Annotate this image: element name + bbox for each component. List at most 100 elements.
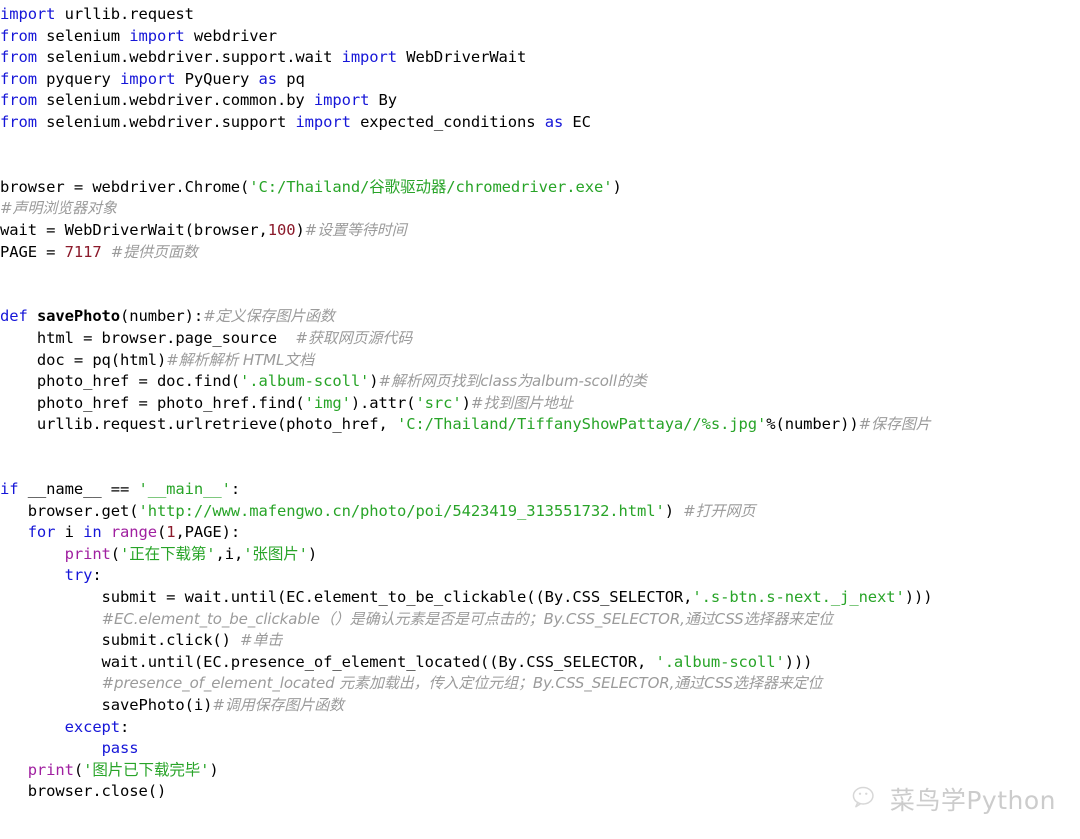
code-token-plain: PyQuery [175,69,259,88]
code-token-comment: #保存图片 [858,415,931,434]
code-token-keyword: import [341,48,398,67]
code-line: from pyquery import PyQuery as pq [0,69,1080,91]
code-line: from selenium.webdriver.common.by import… [0,90,1080,112]
code-line: wait.until(EC.presence_of_element_locate… [0,652,1080,674]
code-token-plain: urllib.request [55,5,194,23]
code-token-string: '正在下载第' [120,544,216,563]
code-line: pass [0,738,1080,760]
code-token-plain: photo_href = photo_href.find( [0,393,305,412]
code-token-comment: #找到图片地址 [470,393,573,412]
code-token-plain: doc = pq(html) [0,350,167,369]
code-token-plain: browser.close() [0,782,167,801]
code-token-plain: browser.get( [0,501,139,520]
code-token-plain: ) [209,760,219,779]
code-line: PAGE = 7117 #提供页面数 [0,242,1080,264]
code-token-string: '.album-scoll' [240,372,370,391]
code-token-comment: #presence_of_element_located 元素加载出，传入定位元… [101,674,823,693]
code-token-comment: #解析解析 HTML文档 [166,350,315,369]
code-token-plain: ) [307,544,318,563]
code-token-plain: ( [73,760,84,779]
code-line: photo_href = photo_href.find('img').attr… [0,393,1080,415]
code-token-plain: ) [295,220,305,239]
code-token-keyword: except [64,717,121,736]
code-token-plain: (number): [120,307,204,326]
code-line: submit = wait.until(EC.element_to_be_cli… [0,587,1080,609]
code-token-comment: #单击 [240,631,283,650]
code-token-plain: EC [563,112,591,131]
code-token-plain: : [230,480,241,499]
code-token-plain: expected_conditions [350,112,545,131]
code-token-plain: urllib.request.urlretrieve(photo_href, [0,415,397,434]
code-token-number: 100 [267,220,296,239]
code-token-keyword: for [27,523,56,542]
code-token-plain: wait = WebDriverWait(browser, [0,220,268,239]
code-token-comment: #调用保存图片函数 [212,696,345,714]
code-token-keyword: as [258,69,278,88]
code-token-builtin: print [27,760,74,779]
code-line: for i in range(1,PAGE): [0,522,1080,544]
code-token-keyword: from [0,91,37,110]
code-line: from selenium.webdriver.support import e… [0,112,1080,134]
code-token-plain: ).attr( [350,393,416,412]
code-token-keyword: from [0,112,37,131]
code-token-plain: ) [461,393,471,412]
code-token-string: 'src' [415,393,462,412]
code-line: browser.get('http://www.mafengwo.cn/phot… [0,501,1080,523]
code-line: import urllib.request [0,4,1080,26]
code-token-plain: __name__ == [18,480,139,499]
code-token-plain: : [120,717,130,736]
code-token-plain: wait.until(EC.presence_of_element_locate… [0,652,656,671]
code-token-plain: submit.click() [0,631,241,650]
code-token-plain: ) [612,177,622,196]
code-token-keyword: try [64,566,93,585]
code-token-keyword: import [129,26,185,45]
code-token-keyword: import [120,69,176,88]
code-line: print('图片已下载完毕') [0,760,1080,782]
code-token-keyword: import [313,91,370,110]
code-token-keyword: from [0,48,37,67]
code-token-plain: selenium.webdriver.support.wait [36,48,342,67]
code-token-plain: selenium.webdriver.support [36,112,296,131]
code-line: browser.close() [0,781,1080,803]
code-token-comment: #解析网页找到class为album-scoll的类 [378,372,647,391]
code-token-keyword: as [544,112,564,131]
code-token-plain: ( [156,523,167,542]
code-token-builtin: range [110,523,157,542]
code-line: from selenium import webdriver [0,26,1080,48]
code-token-string: '.album-scoll' [655,652,785,671]
code-token-comment: #提供页面数 [110,242,198,261]
code-line: wait = WebDriverWait(browser,100)#设置等待时间 [0,220,1080,242]
code-token-plain: ) [664,501,684,520]
code-line: urllib.request.urlretrieve(photo_href, '… [0,414,1080,436]
code-token-plain: ))) [784,652,813,671]
code-token-plain: ,PAGE): [175,523,241,542]
code-token-comment: #EC.element_to_be_clickable（）是确认元素是否是可点击… [101,609,834,628]
code-line: try: [0,565,1080,587]
code-token-plain: : [92,566,102,585]
code-line: from selenium.webdriver.support.wait imp… [0,47,1080,69]
code-token-plain: photo_href = doc.find( [0,372,241,391]
code-token-plain: ) [369,372,379,391]
code-token-string: '__main__' [138,480,231,499]
code-token-plain: selenium [36,26,130,45]
code-token-plain: html = browser.page_source [0,328,296,347]
code-token-keyword: in [83,523,102,542]
code-token-plain: submit = wait.until(EC.element_to_be_cli… [0,588,693,607]
code-line: doc = pq(html)#解析解析 HTML文档 [0,350,1080,372]
code-line: submit.click() #单击 [0,630,1080,652]
code-token-plain: PAGE = [0,242,65,261]
code-token-plain: ))) [904,588,933,607]
code-token-string: '张图片' [243,544,308,563]
code-token-keyword: if [0,480,19,499]
